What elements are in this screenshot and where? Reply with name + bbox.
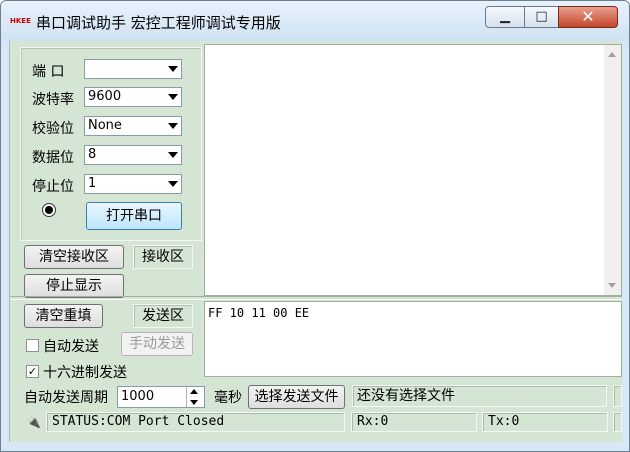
clear-receive-button[interactable]: 清空接收区 <box>24 245 124 269</box>
tx-counter: Tx:0 <box>482 412 608 432</box>
scroll-up-icon[interactable] <box>608 52 616 57</box>
rx-counter: Rx:0 <box>351 412 477 432</box>
window-title: 串口调试助手 宏控工程师调试专用版 <box>36 14 281 32</box>
indicator-dot <box>45 206 53 214</box>
parity-select[interactable]: None <box>84 116 182 136</box>
app-logo-icon: HKEE <box>10 17 31 25</box>
chevron-down-icon <box>168 152 178 158</box>
scroll-down-icon[interactable] <box>608 283 616 288</box>
chevron-down-icon <box>168 66 178 72</box>
spin-down-icon[interactable] <box>190 400 198 405</box>
select-file-button[interactable]: 选择发送文件 <box>248 385 345 409</box>
hex-send-label: 十六进制发送 <box>43 365 127 381</box>
databits-value: 8 <box>88 147 97 162</box>
databits-select[interactable]: 8 <box>84 145 182 165</box>
parity-value: None <box>88 118 122 133</box>
receive-area-label: 接收区 <box>133 245 193 269</box>
stopbits-value: 1 <box>88 176 97 191</box>
baud-value: 9600 <box>88 89 122 104</box>
plug-icon: 🔌 <box>27 416 41 429</box>
chevron-down-icon <box>168 123 178 129</box>
file-status-field: 还没有选择文件 <box>352 385 607 407</box>
send-area-label: 发送区 <box>133 304 193 328</box>
period-label: 自动发送周期 <box>24 390 108 406</box>
close-icon: ✕ <box>581 7 595 26</box>
minimize-button[interactable]: ▁ <box>485 6 525 28</box>
period-spinner[interactable] <box>186 387 202 407</box>
baud-label: 波特率 <box>32 92 74 108</box>
baud-select[interactable]: 9600 <box>84 87 182 107</box>
edge-field <box>613 385 622 407</box>
port-select[interactable] <box>84 59 182 79</box>
maximize-icon: □ <box>535 9 548 24</box>
stop-display-button[interactable]: 停止显示 <box>24 274 124 298</box>
parity-label: 校验位 <box>32 121 74 137</box>
chevron-down-icon <box>168 181 178 187</box>
checkmark-icon: ✓ <box>27 365 38 378</box>
close-button[interactable]: ✕ <box>558 6 618 28</box>
receive-scrollbar[interactable] <box>604 45 621 295</box>
auto-send-label: 自动发送 <box>43 339 99 355</box>
clear-send-button[interactable]: 清空重填 <box>24 304 103 328</box>
receive-textarea[interactable] <box>204 44 622 296</box>
stopbits-label: 停止位 <box>32 179 74 195</box>
maximize-button[interactable]: □ <box>524 6 559 28</box>
databits-label: 数据位 <box>32 150 74 166</box>
app-window: HKEE 串口调试助手 宏控工程师调试专用版 ▁ □ ✕ 端 口 波特率 960… <box>0 0 630 452</box>
divider <box>10 296 622 300</box>
hex-send-checkbox[interactable]: ✓ <box>26 365 39 378</box>
period-unit: 毫秒 <box>214 390 242 406</box>
client-area: 端 口 波特率 9600 校验位 None 数据位 8 停止位 1 打开串口 清… <box>9 41 622 442</box>
edge-status <box>613 412 622 432</box>
spin-up-icon[interactable] <box>190 389 198 394</box>
period-value: 1000 <box>121 389 155 404</box>
port-label: 端 口 <box>32 64 65 80</box>
title-bar[interactable]: HKEE 串口调试助手 宏控工程师调试专用版 ▁ □ ✕ <box>1 1 629 41</box>
port-status-indicator-icon <box>42 203 56 217</box>
minimize-icon: ▁ <box>500 9 510 24</box>
send-textarea[interactable]: FF 10 11 00 EE <box>204 301 622 377</box>
status-text: STATUS:COM Port Closed <box>46 412 345 432</box>
manual-send-button[interactable]: 手动发送 <box>121 332 193 356</box>
open-port-button[interactable]: 打开串口 <box>86 202 182 230</box>
auto-send-checkbox[interactable] <box>26 339 39 352</box>
chevron-down-icon <box>168 94 178 100</box>
stopbits-select[interactable]: 1 <box>84 174 182 194</box>
